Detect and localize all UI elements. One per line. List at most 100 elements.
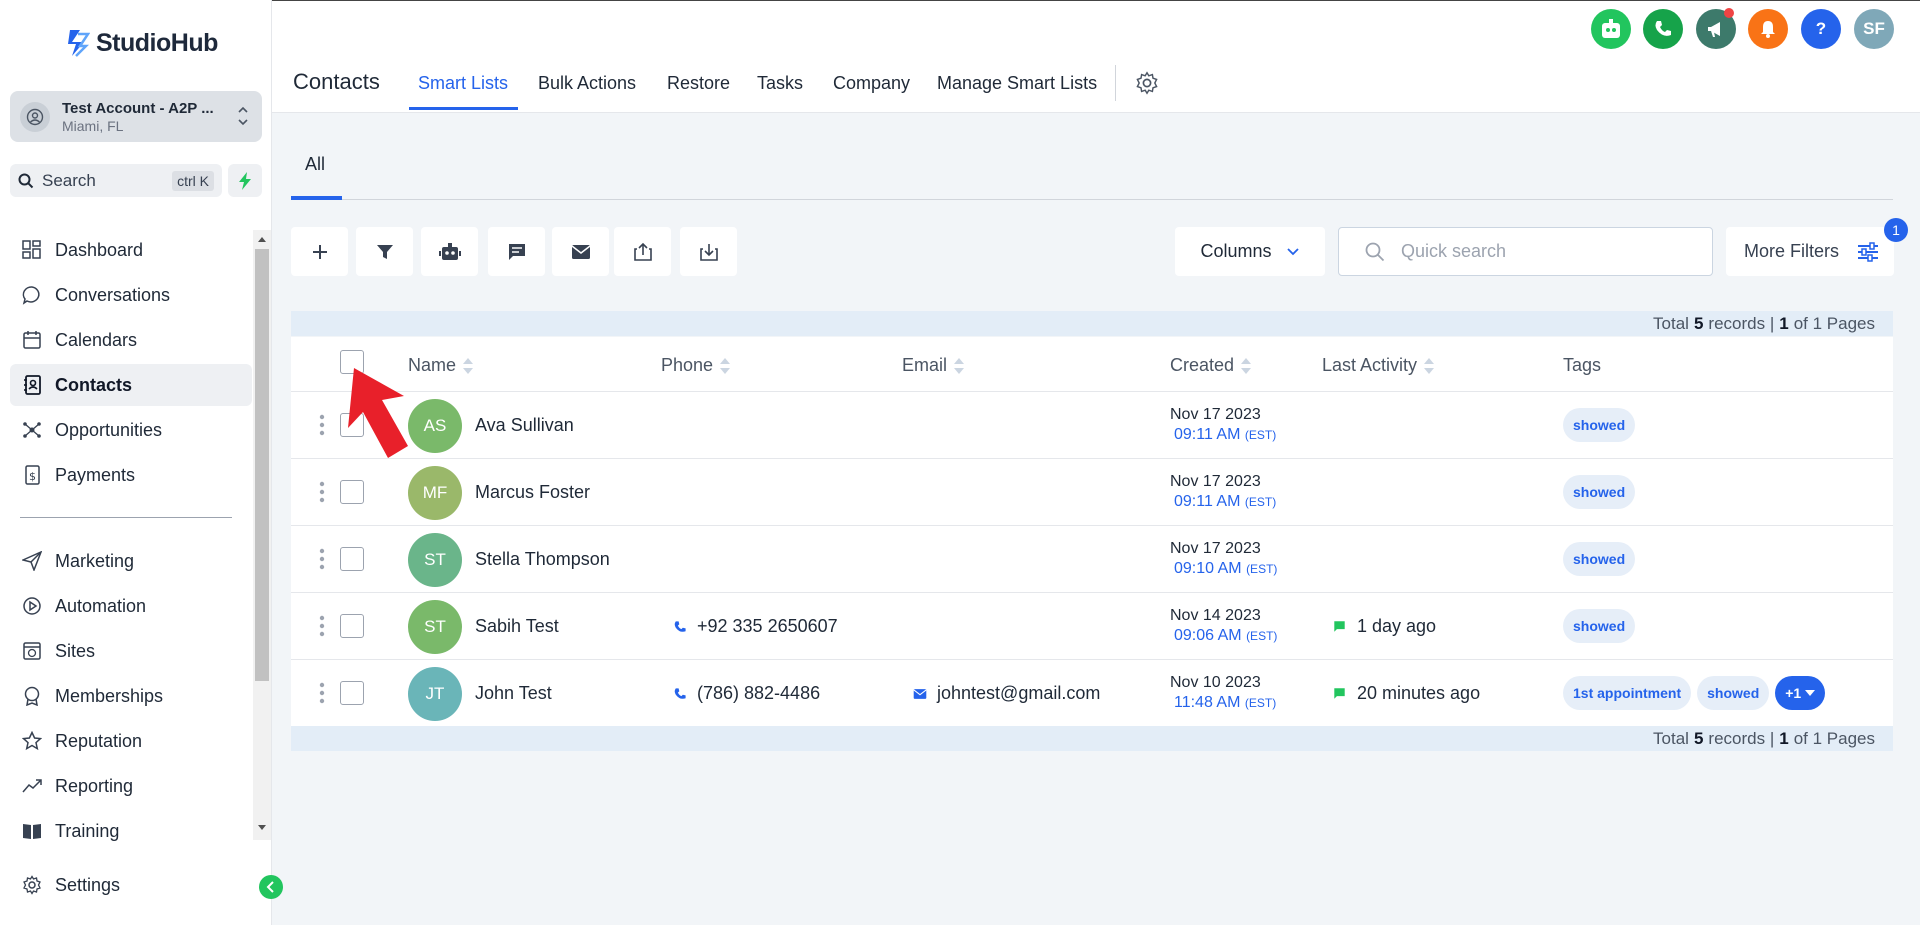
scrollbar-thumb[interactable] [255, 249, 269, 681]
send-icon [20, 549, 44, 573]
records-suffix: of 1 Pages [1793, 313, 1875, 333]
sidebar-item-marketing[interactable]: Marketing [10, 540, 252, 582]
avatar-initials: ST [424, 617, 446, 636]
row-checkbox[interactable] [340, 547, 364, 571]
notifications-button[interactable] [1748, 9, 1788, 49]
sidebar-item-dashboard[interactable]: Dashboard [10, 229, 252, 271]
table-row[interactable]: MF Marcus Foster Nov 17 2023 09:11 AM (E… [291, 459, 1893, 526]
avatar: MF [408, 466, 462, 520]
sidebar-item-memberships[interactable]: Memberships [10, 675, 252, 717]
tag-badge[interactable]: showed [1563, 475, 1636, 509]
account-switcher[interactable]: Test Account - A2P ... Miami, FL [10, 91, 262, 142]
phone-button[interactable] [1643, 9, 1683, 49]
settings-gear-icon[interactable] [1135, 71, 1159, 95]
export-button[interactable] [680, 227, 737, 276]
table-row[interactable]: ST Stella Thompson Nov 17 2023 09:10 AM … [291, 526, 1893, 593]
subtab-all[interactable]: All [305, 154, 325, 175]
created-date: Nov 14 2023 09:06 AM (EST) [1170, 606, 1277, 646]
more-vertical-icon[interactable] [319, 615, 325, 637]
tab-bulk-actions[interactable]: Bulk Actions [538, 73, 636, 94]
sidebar-item-reputation[interactable]: Reputation [10, 720, 252, 762]
quick-action-button[interactable] [228, 164, 262, 197]
more-tags-button[interactable]: +1 [1775, 676, 1826, 710]
automation-button[interactable] [421, 227, 478, 276]
logo[interactable]: StudioHub [66, 28, 218, 58]
ai-bot-button[interactable] [1591, 9, 1631, 49]
tab-tasks[interactable]: Tasks [757, 73, 803, 94]
help-button[interactable]: ? [1801, 9, 1841, 49]
tag-badge[interactable]: 1st appointment [1563, 676, 1692, 710]
sidebar-item-label: Marketing [55, 550, 135, 571]
tag-badge[interactable]: showed [1563, 408, 1636, 442]
contact-name[interactable]: Stella Thompson [475, 549, 610, 570]
created-tz: (EST) [1246, 629, 1278, 643]
contact-phone[interactable]: (786) 882-4486 [673, 683, 820, 704]
phone-icon [674, 620, 686, 632]
tab-company[interactable]: Company [833, 73, 910, 94]
quick-search[interactable] [1338, 227, 1713, 276]
contact-name[interactable]: John Test [475, 683, 552, 704]
sidebar-item-label: Memberships [55, 685, 164, 706]
tag-badge[interactable]: showed [1563, 542, 1636, 576]
tab-restore[interactable]: Restore [667, 73, 730, 94]
contact-name[interactable]: Ava Sullivan [475, 415, 574, 436]
tag-badge[interactable]: showed [1697, 676, 1770, 710]
more-vertical-icon[interactable] [319, 548, 325, 570]
table-row[interactable]: ST Sabih Test +92 335 2650607 Nov 14 202… [291, 593, 1893, 660]
quick-search-input[interactable] [1401, 241, 1701, 262]
table-row[interactable]: AS Ava Sullivan Nov 17 2023 09:11 AM (ES… [291, 392, 1893, 459]
import-button[interactable] [614, 227, 671, 276]
sidebar-item-sites[interactable]: Sites [10, 630, 252, 672]
sidebar-item-payments[interactable]: $ Payments [10, 454, 252, 496]
column-header-name[interactable]: Name [408, 355, 474, 376]
avatar-initials: JT [425, 684, 445, 703]
column-header-created[interactable]: Created [1170, 355, 1252, 376]
avatar: ST [408, 600, 462, 654]
tab-smart-lists[interactable]: Smart Lists [418, 73, 508, 94]
tab-manage-smart-lists[interactable]: Manage Smart Lists [937, 73, 1097, 94]
active-tab-indicator [409, 107, 518, 110]
records-prefix: Total [1653, 313, 1689, 333]
column-label: Last Activity [1322, 355, 1418, 375]
svg-text:$: $ [29, 470, 36, 483]
sidebar-item-contacts[interactable]: Contacts [10, 364, 252, 406]
scroll-down-icon[interactable] [255, 822, 269, 834]
add-contact-button[interactable] [291, 227, 348, 276]
columns-button[interactable]: Columns [1175, 227, 1325, 276]
tag-badge[interactable]: showed [1563, 609, 1636, 643]
search-icon [18, 173, 34, 188]
sidebar-item-opportunities[interactable]: Opportunities [10, 409, 252, 451]
scroll-up-icon[interactable] [255, 233, 269, 245]
column-header-last-activity[interactable]: Last Activity [1322, 355, 1435, 376]
more-vertical-icon[interactable] [319, 682, 325, 704]
sidebar-item-training[interactable]: Training [10, 810, 252, 852]
contact-email[interactable]: johntest@gmail.com [913, 683, 1100, 704]
row-checkbox[interactable] [340, 681, 364, 705]
row-checkbox[interactable] [340, 480, 364, 504]
sidebar-item-automation[interactable]: Automation [10, 585, 252, 627]
user-avatar[interactable]: SF [1854, 9, 1894, 49]
sidebar-search[interactable]: Search ctrl K [10, 164, 222, 197]
row-checkbox[interactable] [340, 614, 364, 638]
sidebar-item-reporting[interactable]: Reporting [10, 765, 252, 807]
more-filters-button[interactable]: More Filters [1726, 227, 1894, 276]
logo-icon [68, 30, 90, 57]
sidebar-item-settings[interactable]: Settings [10, 864, 252, 906]
sidebar-item-conversations[interactable]: Conversations [10, 274, 252, 316]
more-vertical-icon[interactable] [319, 481, 325, 503]
chevron-down-icon [1286, 247, 1299, 255]
table-row[interactable]: JT John Test (786) 882-4486 johntest@gma… [291, 660, 1893, 727]
contact-name[interactable]: Marcus Foster [475, 482, 590, 503]
more-vertical-icon[interactable] [319, 414, 325, 436]
contact-name[interactable]: Sabih Test [475, 616, 559, 637]
calendar-icon [20, 328, 44, 352]
column-header-phone[interactable]: Phone [661, 355, 731, 376]
filter-button[interactable] [356, 227, 413, 276]
contact-phone[interactable]: +92 335 2650607 [673, 616, 838, 637]
send-sms-button[interactable] [488, 227, 545, 276]
sidebar-item-calendars[interactable]: Calendars [10, 319, 252, 361]
collapse-sidebar-button[interactable] [259, 875, 283, 899]
avatar-initials: MF [422, 483, 448, 502]
send-email-button[interactable] [552, 227, 609, 276]
column-header-email[interactable]: Email [902, 355, 965, 376]
